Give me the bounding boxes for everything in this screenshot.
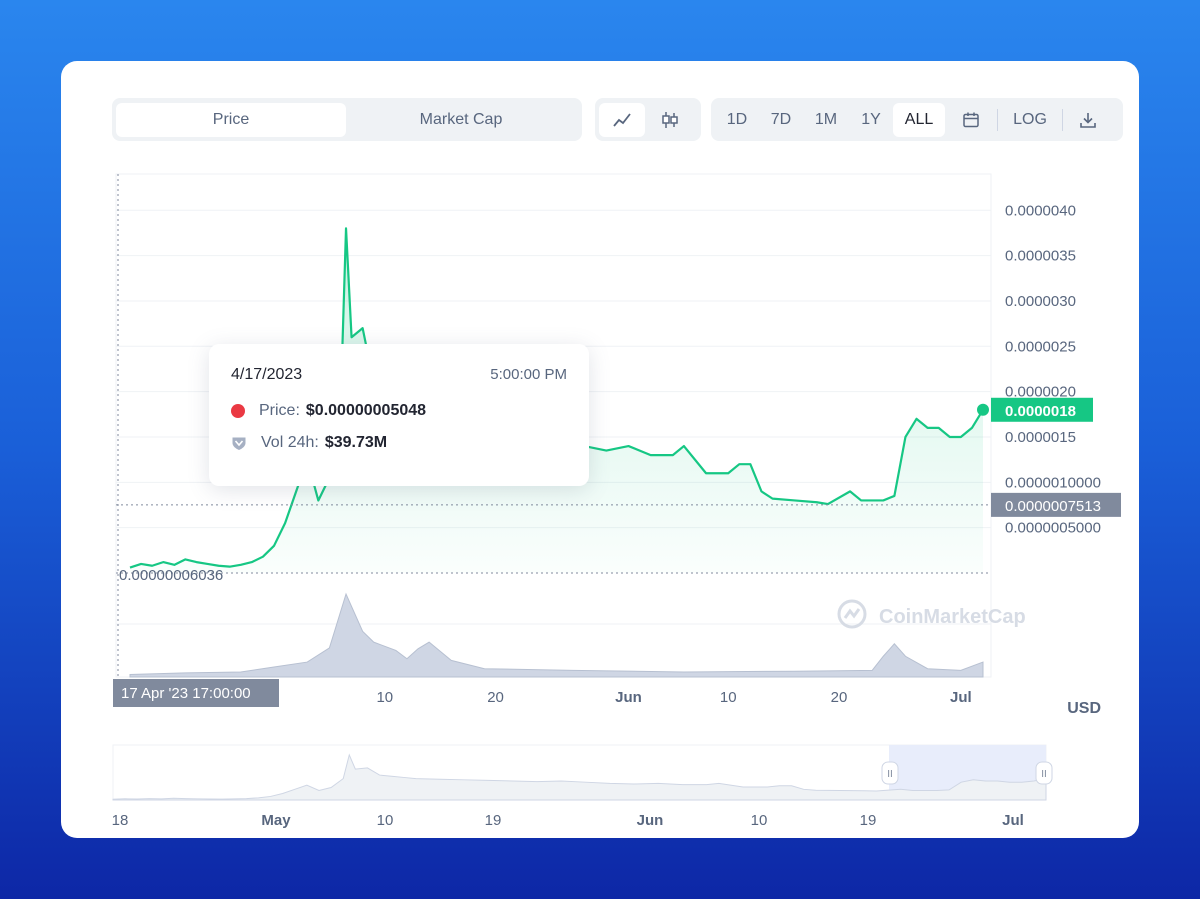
y-tick-label: 0.0000025 xyxy=(1005,338,1076,355)
navigator-tick-label: Jun xyxy=(637,812,664,829)
y-tick-label: 0.0000005000 xyxy=(1005,520,1101,537)
navigator-tick-label: 19 xyxy=(860,812,877,829)
crosshair-y-label: 0.0000007513 xyxy=(1005,498,1101,515)
y-tick-label: 0.0000040 xyxy=(1005,202,1076,219)
navigator-handle-grip: II xyxy=(887,769,893,780)
tooltip-price-value: $0.00000005048 xyxy=(305,402,427,419)
x-tick-label: 10 xyxy=(376,689,393,706)
tooltip-vol-value: $39.73M xyxy=(324,434,388,451)
tooltip-vol-label: Vol 24h: xyxy=(261,434,319,451)
x-tick-label: 20 xyxy=(831,689,848,706)
y-tick-label: 0.0000010000 xyxy=(1005,474,1101,491)
tooltip-time: 5:00:00 PM xyxy=(490,366,567,383)
min-price-label: 0.00000006036 xyxy=(119,567,223,584)
currency-label: USD xyxy=(1067,700,1101,717)
x-tick-label: Jul xyxy=(950,689,972,706)
navigator-tick-label: 18 xyxy=(112,812,129,829)
x-tick-label: 10 xyxy=(720,689,737,706)
current-price-label: 0.0000018 xyxy=(1005,403,1076,420)
y-tick-label: 0.0000035 xyxy=(1005,248,1076,265)
price-dot-icon xyxy=(231,404,245,418)
watermark: CoinMarketCap xyxy=(879,606,1026,628)
chart-tooltip: 4/17/2023 5:00:00 PM Price: $0.000000050… xyxy=(209,344,589,486)
navigator-handle-grip: II xyxy=(1041,769,1047,780)
current-price-marker xyxy=(977,403,989,416)
y-tick-label: 0.0000015 xyxy=(1005,429,1076,446)
volume-area xyxy=(129,592,984,678)
navigator-tick-label: May xyxy=(261,812,291,829)
navigator-tick-label: 19 xyxy=(485,812,502,829)
navigator-tick-label: 10 xyxy=(377,812,394,829)
chart-card: Price Market Cap 1D 7D 1M 1Y ALL LOG 0.0… xyxy=(61,61,1139,838)
tooltip-price-label: Price: xyxy=(259,402,300,419)
navigator-tick-label: Jul xyxy=(1002,812,1024,829)
coinmarketcap-logo-icon xyxy=(837,599,867,629)
x-tick-label: Jun xyxy=(615,689,642,706)
x-tick-label: 20 xyxy=(487,689,504,706)
navigator-tick-label: 10 xyxy=(751,812,768,829)
crosshair-x-label: 17 Apr '23 17:00:00 xyxy=(121,685,251,702)
y-tick-label: 0.0000030 xyxy=(1005,293,1076,310)
tooltip-date: 4/17/2023 xyxy=(231,366,303,383)
volume-shield-icon xyxy=(232,437,246,450)
